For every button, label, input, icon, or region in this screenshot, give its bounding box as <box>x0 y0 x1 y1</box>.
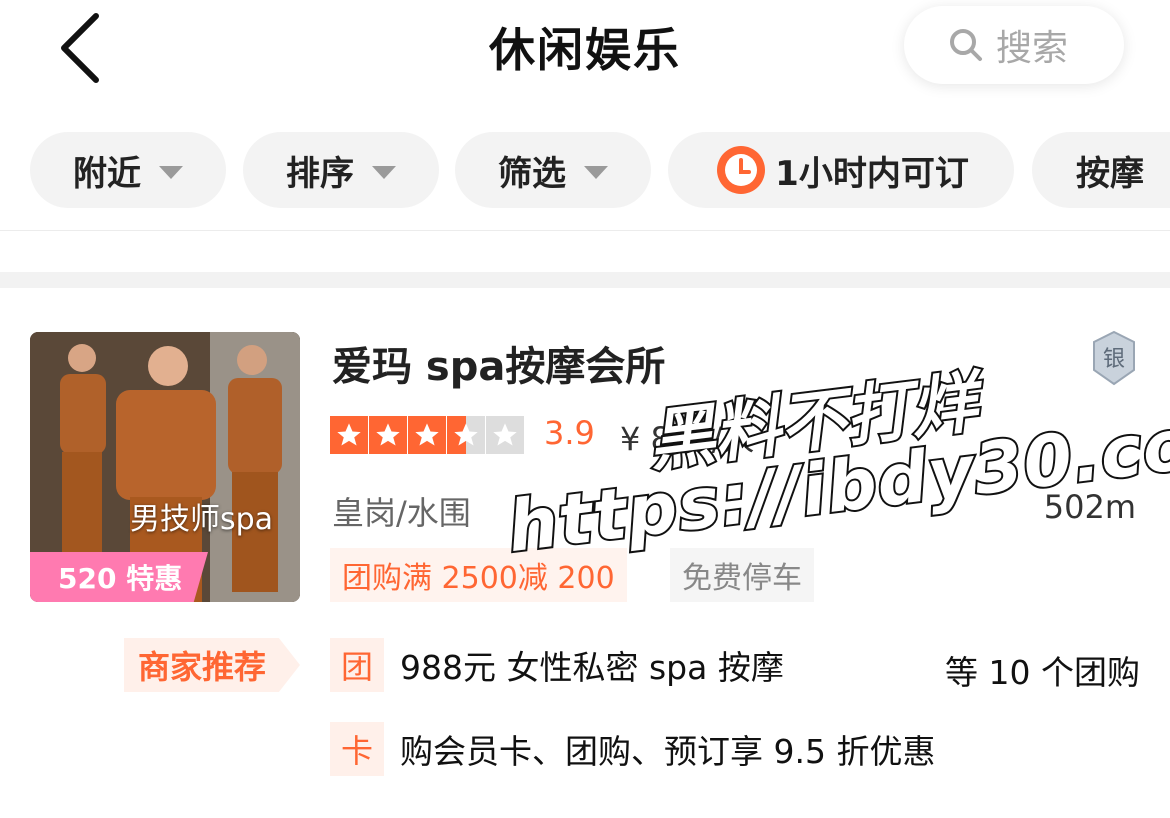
caret-down-icon <box>372 165 396 179</box>
average-price: ¥ 893/人 <box>620 420 755 458</box>
shop-thumbnail[interactable]: 男技师spa 520 特惠 <box>30 332 300 602</box>
search-icon <box>950 29 982 61</box>
star-rating <box>330 416 524 454</box>
image-caption: 男技师spa <box>130 502 274 537</box>
filter-bookable-1h[interactable]: 1小时内可订 <box>668 132 1014 208</box>
star-icon <box>369 416 407 454</box>
deal-title: 988元 女性私密 spa 按摩 <box>400 648 784 687</box>
clock-icon <box>717 146 766 194</box>
caret-down-icon <box>584 165 608 179</box>
half-star-icon <box>447 416 485 454</box>
rating-score: 3.9 <box>544 414 595 452</box>
shop-distance: 502m <box>1043 488 1136 526</box>
membership-card-row[interactable]: 卡 购会员卡、团购、预订享 9.5 折优惠 <box>330 722 1140 776</box>
caret-down-icon <box>159 165 183 179</box>
filter-label: 1小时内可订 <box>775 153 969 194</box>
filter-label: 按摩 <box>1076 153 1144 194</box>
shop-area: 皇岗/水围 <box>332 494 471 532</box>
star-icon <box>330 416 368 454</box>
search-button[interactable]: 搜索 <box>904 6 1124 84</box>
filter-label: 排序 <box>286 153 354 194</box>
badge-label: 银 <box>1103 347 1125 372</box>
filter-screen[interactable]: 筛选 <box>455 132 651 208</box>
filter-sort[interactable]: 排序 <box>243 132 439 208</box>
discount-tag: 团购满 2500减 200 <box>330 548 627 602</box>
group-deal-row[interactable]: 团 988元 女性私密 spa 按摩 等 10 个团购 <box>330 638 1140 692</box>
merchant-recommend-label: 商家推荐 <box>124 638 300 692</box>
filter-label: 筛选 <box>498 153 566 194</box>
filter-massage[interactable]: 按摩 <box>1032 132 1170 208</box>
parking-tag: 免费停车 <box>670 548 814 602</box>
star-empty-icon <box>486 416 524 454</box>
silver-badge-icon: 银 <box>1093 330 1135 386</box>
star-icon <box>408 416 446 454</box>
divider <box>0 230 1170 231</box>
top-bar: 休闲娱乐 搜索 <box>0 0 1170 100</box>
shop-name[interactable]: 爱玛 spa按摩会所 <box>332 334 665 392</box>
watermark-line2: https://ibdy30.com <box>501 392 1170 570</box>
search-placeholder: 搜索 <box>996 28 1069 69</box>
deal-title: 购会员卡、团购、预订享 9.5 折优惠 <box>400 732 936 771</box>
filter-nearby[interactable]: 附近 <box>30 132 226 208</box>
filter-label: 附近 <box>73 153 141 194</box>
promo-ribbon: 520 特惠 <box>30 552 208 602</box>
section-separator <box>0 272 1170 288</box>
card-icon: 卡 <box>330 722 384 776</box>
more-deals-link[interactable]: 等 10 个团购 <box>945 646 1140 694</box>
filter-bar: 附近 排序 筛选 1小时内可订 按摩 <box>30 132 1170 208</box>
group-buy-icon: 团 <box>330 638 384 692</box>
